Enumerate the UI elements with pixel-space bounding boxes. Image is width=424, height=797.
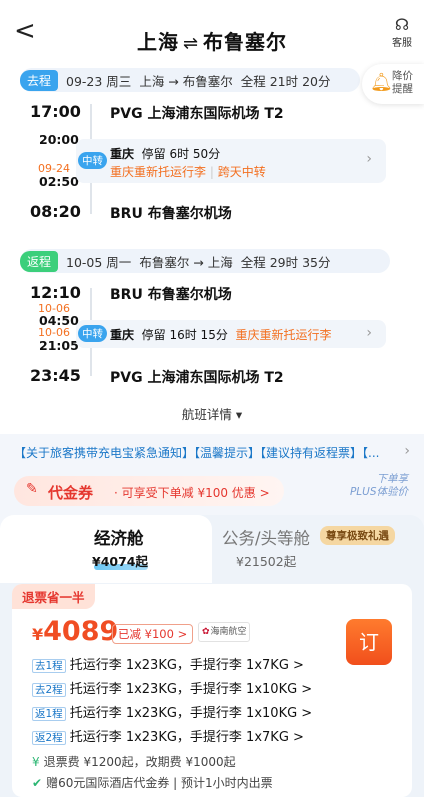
swap-icon[interactable]: ⇌ bbox=[183, 33, 199, 54]
outbound-arrival-airport: BRU 布鲁塞尔机场 bbox=[110, 206, 232, 222]
return-tag: 返程 bbox=[20, 250, 59, 272]
outbound-transfer-info[interactable]: 中转 重庆 停留 6时 50分 重庆重新托运行李 | 跨天中转 › bbox=[76, 139, 386, 183]
customer-service-button[interactable]: ☊ 客服 bbox=[388, 15, 416, 50]
return-arrival-time: 23:45 bbox=[30, 366, 81, 385]
hotel-voucher: ✔ 赠60元国际酒店代金券 | 预计1小时内出票 bbox=[32, 776, 273, 790]
return-summary: 返程 10-05 周一 布鲁塞尔 → 上海 全程 29时 35分 bbox=[20, 249, 390, 273]
transfer-summary: 重庆 停留 16时 15分 重庆重新托运行李 bbox=[110, 328, 332, 342]
outbound-route: 上海 → 布鲁塞尔 bbox=[139, 73, 233, 89]
yen-icon: ¥ bbox=[32, 755, 40, 769]
return-date: 10-05 周一 bbox=[66, 254, 132, 270]
top-bar: < 上海 ⇌ 布鲁塞尔 ☊ 客服 bbox=[0, 0, 424, 64]
origin-city: 上海 bbox=[136, 30, 179, 54]
refund-half-tag: 退票省一半 bbox=[12, 584, 95, 609]
destination-city: 布鲁塞尔 bbox=[203, 30, 288, 54]
baggage-row[interactable]: 去2程 托运行李 1x23KG，手提行李 1x10KG > bbox=[32, 678, 312, 697]
check-icon: ✔ bbox=[32, 776, 43, 790]
transfer-notes: 重庆重新托运行李 | 跨天中转 bbox=[110, 165, 266, 179]
transfer-badge: 中转 bbox=[78, 325, 107, 342]
return-arrival-airport: PVG 上海浦东国际机场 T2 bbox=[110, 370, 284, 386]
price-alert-button[interactable]: 🔔︎ 降价 提醒 bbox=[362, 64, 424, 104]
notice-banner[interactable]: 【关于旅客携带充电宝紧急通知】【温馨提示】【建议持有返程票】【... bbox=[14, 444, 398, 461]
flight-detail-toggle[interactable]: 航班详情 ▾ bbox=[0, 404, 424, 423]
return-stop-departure: 21:05 bbox=[39, 338, 79, 353]
return-duration: 全程 29时 35分 bbox=[240, 254, 331, 270]
chevron-right-icon[interactable]: › bbox=[404, 443, 410, 459]
tab-economy[interactable]: 经济舱 ¥4074起 bbox=[0, 515, 212, 583]
outbound-duration: 全程 21时 20分 bbox=[240, 73, 331, 89]
transfer-badge: 中转 bbox=[78, 152, 107, 169]
coupon-title: 代金券 bbox=[48, 484, 94, 502]
book-button[interactable]: 订 bbox=[346, 619, 392, 665]
chevron-right-icon: › bbox=[366, 325, 372, 341]
price-alert-label: 降价 提醒 bbox=[392, 70, 413, 95]
outbound-departure-airport: PVG 上海浦东国际机场 T2 bbox=[110, 106, 284, 122]
fare-price: ¥4089 bbox=[32, 616, 119, 647]
customer-service-label: 客服 bbox=[392, 38, 412, 49]
fare-card: 退票省一半 ¥4089 已减 ¥100 > ✿海南航空 订 去1程 托运行李 1x… bbox=[12, 584, 412, 797]
chevron-right-icon: › bbox=[366, 151, 372, 167]
discount-tag[interactable]: 已减 ¥100 > bbox=[112, 624, 194, 644]
return-transfer-info[interactable]: 中转 重庆 停留 16时 15分 重庆重新托运行李 › bbox=[76, 320, 386, 348]
business-price: ¥21502起 bbox=[236, 554, 297, 569]
baggage-row[interactable]: 返1程 托运行李 1x23KG，手提行李 1x10KG > bbox=[32, 702, 312, 721]
baggage-row[interactable]: 返2程 托运行李 1x23KG，手提行李 1x7KG > bbox=[32, 726, 304, 745]
coupon-desc: · 可享受下单减 ¥100 优惠 > bbox=[114, 486, 270, 500]
vip-badge: 尊享极致礼遇 bbox=[320, 526, 395, 545]
return-route: 布鲁塞尔 → 上海 bbox=[139, 254, 233, 270]
business-label: 公务/头等舱 bbox=[222, 529, 311, 548]
economy-label: 经济舱 bbox=[94, 529, 144, 548]
baggage-row[interactable]: 去1程 托运行李 1x23KG，手提行李 1x7KG > bbox=[32, 654, 304, 673]
refund-policy[interactable]: ¥ 退票费 ¥1200起，改期费 ¥1000起 bbox=[32, 753, 236, 770]
outbound-tag: 去程 bbox=[20, 69, 59, 91]
outbound-arrival-time: 08:20 bbox=[30, 202, 81, 221]
transfer-summary: 重庆 停留 6时 50分 bbox=[110, 147, 221, 161]
outbound-stop-arrival: 20:00 bbox=[39, 132, 79, 147]
headset-icon: ☊ bbox=[394, 15, 410, 34]
return-departure-time: 12:10 bbox=[30, 283, 81, 302]
outbound-stop-departure: 02:50 bbox=[39, 174, 79, 189]
outbound-departure-time: 17:00 bbox=[30, 102, 81, 121]
airline-logo: ✿海南航空 bbox=[198, 622, 250, 642]
plus-badge: 下单享 PLUS体验价 bbox=[349, 473, 408, 498]
return-departure-airport: BRU 布鲁塞尔机场 bbox=[110, 287, 232, 303]
outbound-date: 09-23 周三 bbox=[66, 73, 132, 89]
economy-price: ¥4074起 bbox=[92, 554, 148, 569]
coupon-banner[interactable]: ✎ 代金券 · 可享受下单减 ¥100 优惠 > bbox=[14, 476, 284, 506]
outbound-summary: 去程 09-23 周三 上海 → 布鲁塞尔 全程 21时 20分 bbox=[20, 68, 360, 92]
bell-icon: 🔔︎ bbox=[370, 72, 393, 93]
route-title: 上海 ⇌ 布鲁塞尔 bbox=[0, 26, 424, 55]
coupon-icon: ✎ bbox=[26, 481, 38, 497]
